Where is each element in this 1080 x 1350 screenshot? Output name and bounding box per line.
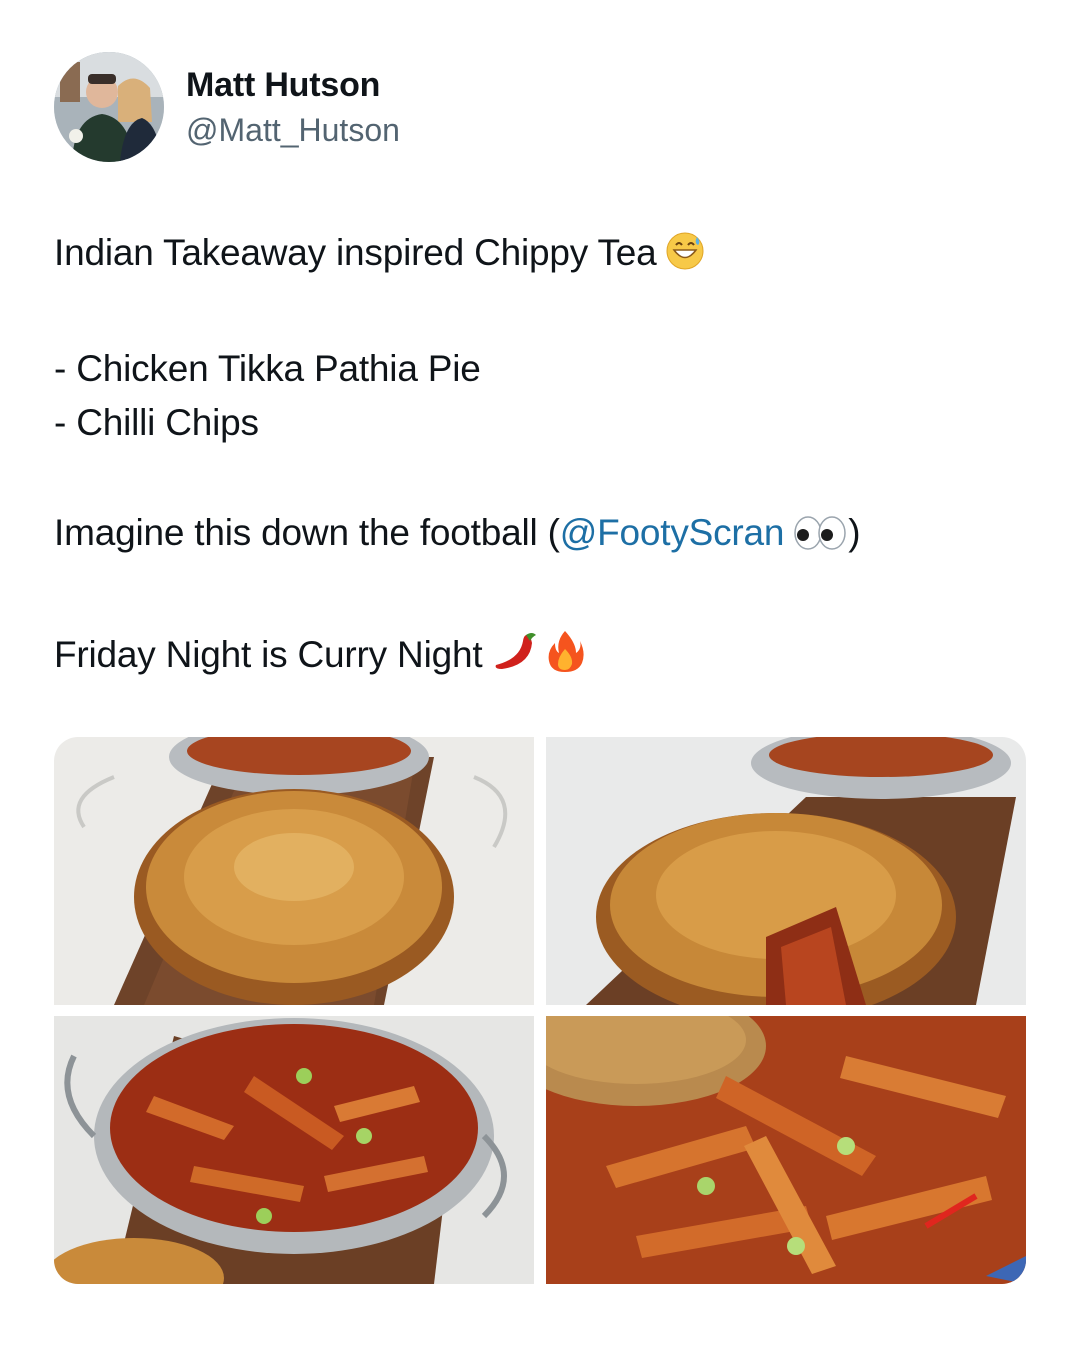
tweet-line-4: Friday Night is Curry Night	[54, 628, 1024, 688]
tweet-header: Matt Hutson @Matt_Hutson	[54, 52, 400, 162]
display-name[interactable]: Matt Hutson	[186, 65, 400, 105]
avatar[interactable]	[54, 52, 164, 162]
tweet-line-3-text: Imagine this down the football (	[54, 512, 560, 553]
chilli-pepper-emoji-icon	[490, 629, 538, 688]
media-grid	[54, 737, 1026, 1284]
mention-link[interactable]: @FootyScran	[560, 512, 785, 553]
chilli-chips-closeup-photo[interactable]	[546, 1016, 1026, 1284]
eyes-emoji-icon	[792, 512, 848, 566]
tweet-line-1-text: Indian Takeaway inspired Chippy Tea	[54, 232, 657, 273]
grinning-sweat-emoji-icon	[665, 231, 705, 286]
list-item-chips: - Chilli Chips	[54, 402, 259, 443]
tweet-line-4-text: Friday Night is Curry Night	[54, 634, 483, 675]
tweet-text: Indian Takeaway inspired Chippy Tea - Ch…	[54, 226, 1024, 688]
user-handle[interactable]: @Matt_Hutson	[186, 111, 400, 149]
list-item-pie: - Chicken Tikka Pathia Pie	[54, 348, 481, 389]
chilli-chips-bowl-photo[interactable]	[54, 1016, 534, 1284]
pie-and-chips-on-board-photo[interactable]	[54, 737, 534, 1005]
fire-emoji-icon	[546, 629, 585, 688]
cut-pie-on-board-photo[interactable]	[546, 737, 1026, 1005]
author-names: Matt Hutson @Matt_Hutson	[186, 65, 400, 149]
tweet-line-3-close: )	[848, 512, 861, 553]
tweet-line-3: Imagine this down the football (@FootySc…	[54, 506, 1024, 566]
tweet-line-1: Indian Takeaway inspired Chippy Tea	[54, 226, 1024, 286]
